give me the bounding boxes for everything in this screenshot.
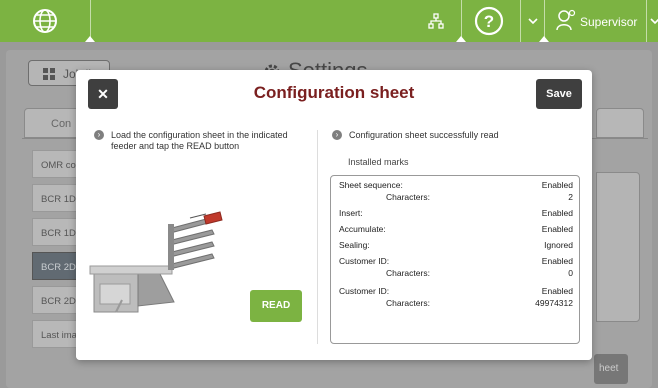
mark-value: 49974312 — [535, 298, 573, 308]
mark-row: Sealing: Ignored — [331, 240, 581, 252]
installed-marks-list: Sheet sequence: Enabled Characters: 2 In… — [330, 175, 580, 344]
configuration-sheet-dialog: ✕ Configuration sheet Save › Load the co… — [76, 70, 592, 360]
dialog-body: › Load the configuration sheet in the in… — [76, 118, 592, 360]
chevron-down-icon[interactable] — [650, 16, 658, 26]
chevron-right-icon: › — [332, 130, 342, 140]
mark-value: Ignored — [544, 240, 573, 250]
mark-label: Customer ID: — [339, 256, 390, 266]
mark-row: Customer ID: Enabled — [331, 256, 581, 268]
chevron-right-icon: › — [94, 130, 104, 140]
dialog-divider — [317, 130, 318, 344]
mark-label: Sealing: — [339, 240, 370, 250]
settings-detail-panel — [596, 172, 640, 322]
mark-row: Sheet sequence: Enabled — [331, 180, 581, 192]
mark-value: Enabled — [541, 256, 573, 266]
read-button[interactable]: READ — [250, 290, 302, 322]
mark-row: Insert: Enabled — [331, 208, 581, 220]
step-read-text: Configuration sheet successfully read — [349, 130, 499, 140]
mark-label: Accumulate: — [339, 224, 386, 234]
mark-label: Characters: — [386, 268, 430, 278]
topbar-separator — [520, 0, 521, 42]
folding-machine-illustration — [89, 211, 223, 313]
user-role-label[interactable]: Supervisor — [580, 15, 637, 29]
mark-value: Enabled — [541, 286, 573, 296]
network-icon[interactable] — [428, 13, 444, 29]
mark-row: Characters: 2 — [331, 192, 581, 204]
mark-value: 2 — [568, 192, 573, 202]
mark-value: 0 — [568, 268, 573, 278]
topbar-separator — [646, 0, 647, 42]
mark-label: Characters: — [386, 298, 430, 308]
svg-text:?: ? — [484, 12, 494, 31]
mark-label: Characters: — [386, 192, 430, 202]
save-button[interactable]: Save — [536, 79, 582, 109]
grid-icon — [43, 68, 55, 80]
chevron-down-icon[interactable] — [528, 16, 538, 26]
mark-label: Sheet sequence: — [339, 180, 403, 190]
help-icon[interactable]: ? — [474, 6, 504, 36]
mark-row: Accumulate: Enabled — [331, 224, 581, 236]
tab-label: Con — [51, 118, 72, 130]
mark-value: Enabled — [541, 180, 573, 190]
mark-label: Customer ID: — [339, 286, 390, 296]
globe-icon[interactable] — [32, 8, 58, 34]
mark-value: Enabled — [541, 224, 573, 234]
top-bar: ? Supervisor — [0, 0, 658, 42]
dialog-header: ✕ Configuration sheet Save — [76, 70, 592, 118]
dialog-title: Configuration sheet — [253, 83, 415, 102]
installed-marks-label: Installed marks — [348, 157, 409, 167]
tab-other[interactable] — [596, 108, 644, 138]
user-icon[interactable] — [556, 9, 576, 31]
mark-row: Customer ID: Enabled — [331, 286, 581, 298]
mark-row: Characters: 0 — [331, 268, 581, 280]
mark-row: Characters: 49974312 — [331, 298, 581, 310]
step-load-text: Load the configuration sheet in the indi… — [111, 130, 288, 151]
mark-value: Enabled — [541, 208, 573, 218]
configuration-sheet-button[interactable]: heet — [594, 354, 628, 384]
mark-label: Insert: — [339, 208, 363, 218]
